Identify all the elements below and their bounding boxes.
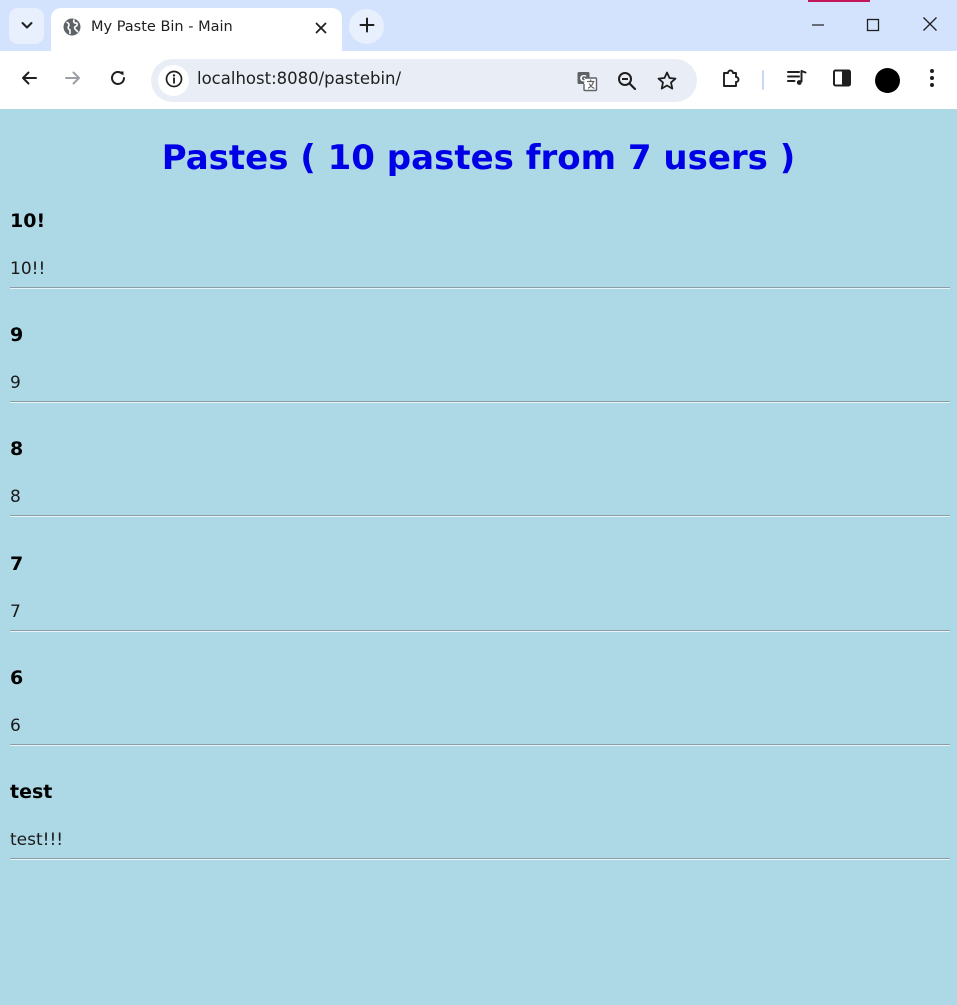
page-title: Pastes ( 10 pastes from 7 users ): [161, 138, 796, 178]
paste-item: 7 7: [10, 553, 950, 667]
chevron-down-icon: [20, 17, 34, 36]
profile-avatar[interactable]: [875, 68, 900, 93]
more-vert-icon: [929, 68, 935, 92]
paste-divider: [10, 401, 950, 403]
paste-title: 8: [10, 438, 24, 460]
paste-body: 9: [10, 373, 21, 393]
zoom-out-icon[interactable]: [612, 66, 642, 96]
puzzle-icon: [720, 67, 742, 93]
close-window-button[interactable]: [911, 8, 949, 44]
page-content: Pastes ( 10 pastes from 7 users ) 10! 10…: [0, 109, 957, 1005]
browser-toolbar: localhost:8080/pastebin/ G: [0, 51, 957, 109]
paste-body: 8: [10, 487, 21, 507]
globe-icon: [62, 17, 82, 41]
paste-title: 10!: [10, 210, 46, 232]
titlebar-accent: [808, 0, 870, 2]
paste-title: 7: [10, 553, 24, 575]
back-button[interactable]: [11, 62, 47, 98]
paste-title: 9: [10, 324, 24, 346]
paste-divider: [10, 515, 950, 517]
translate-icon[interactable]: G: [572, 66, 602, 96]
reload-button[interactable]: [100, 62, 136, 98]
paste-divider: [10, 630, 950, 632]
close-tab-icon[interactable]: [310, 17, 332, 39]
tab-search-button[interactable]: [9, 8, 44, 44]
minimize-button[interactable]: [799, 8, 837, 44]
side-panel-icon: [832, 68, 852, 92]
forward-button[interactable]: [55, 62, 91, 98]
browser-tab-strip: My Paste Bin - Main: [0, 0, 957, 51]
paste-divider: [10, 287, 950, 289]
paste-item: 8 8: [10, 438, 950, 552]
paste-body: test!!!: [10, 830, 64, 850]
extensions-button[interactable]: [713, 62, 749, 98]
maximize-button[interactable]: [854, 8, 892, 44]
side-panel-button[interactable]: [824, 62, 860, 98]
bookmark-star-icon[interactable]: [652, 66, 682, 96]
url-text[interactable]: localhost:8080/pastebin/: [197, 69, 401, 88]
info-icon: [165, 70, 183, 92]
close-icon: [922, 16, 938, 36]
paste-title: 6: [10, 667, 24, 689]
site-info-button[interactable]: [158, 65, 189, 96]
address-bar[interactable]: localhost:8080/pastebin/ G: [151, 59, 697, 102]
maximize-icon: [866, 17, 880, 36]
paste-item: 9 9: [10, 324, 950, 438]
browser-menu-button[interactable]: [914, 62, 950, 98]
queue-music-icon: [786, 67, 808, 93]
arrow-left-icon: [20, 69, 38, 91]
paste-divider: [10, 744, 950, 746]
browser-tab-active[interactable]: My Paste Bin - Main: [51, 8, 342, 51]
reload-icon: [109, 69, 127, 91]
arrow-right-icon: [64, 69, 82, 91]
minimize-icon: [811, 17, 825, 36]
paste-body: 6: [10, 716, 21, 736]
new-tab-button[interactable]: [349, 9, 384, 44]
paste-body: 10!!: [10, 259, 46, 279]
toolbar-separator: [762, 70, 764, 90]
paste-item: 6 6: [10, 667, 950, 781]
paste-item: 10! 10!!: [10, 210, 950, 324]
paste-title: test: [10, 781, 53, 803]
paste-body: 7: [10, 602, 21, 622]
tab-title: My Paste Bin - Main: [91, 19, 233, 35]
paste-divider: [10, 858, 950, 860]
paste-item: test test!!!: [10, 781, 950, 895]
media-controls-button[interactable]: [779, 62, 815, 98]
plus-icon: [359, 17, 375, 37]
